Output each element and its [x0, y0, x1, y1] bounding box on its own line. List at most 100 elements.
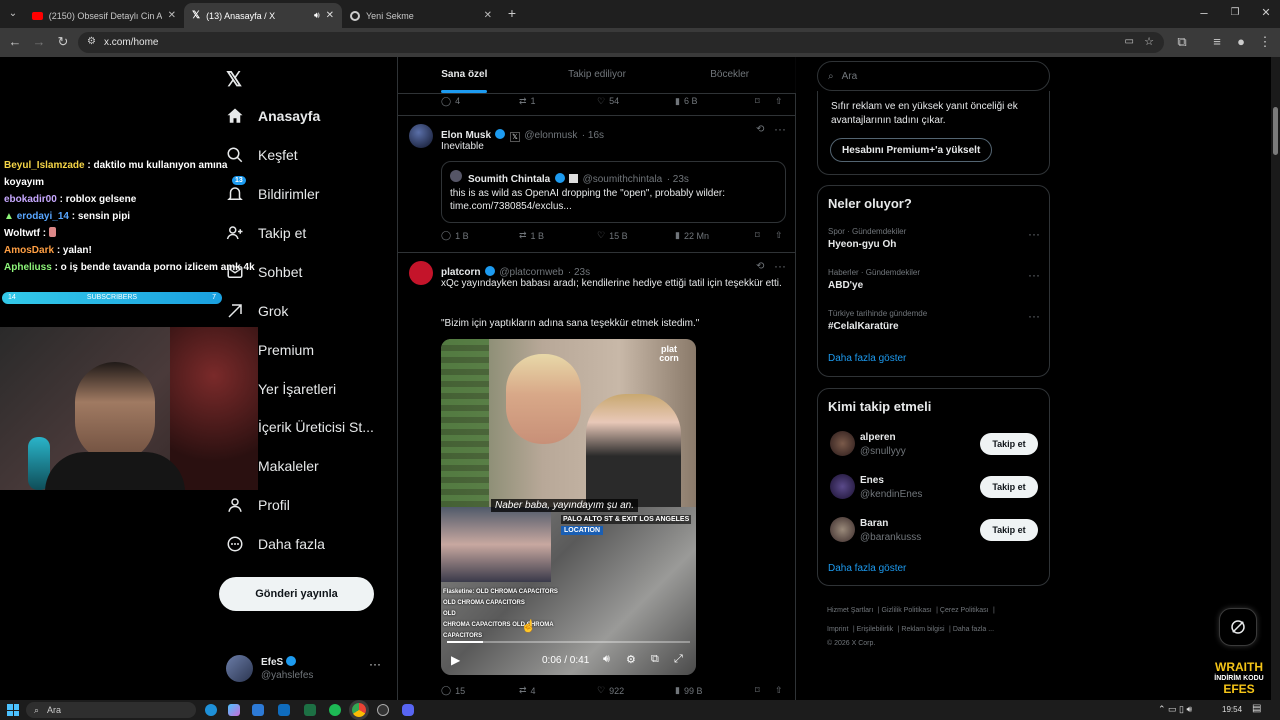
- video-player[interactable]: plat corn Naber baba, yayındayım şu an. …: [441, 339, 696, 675]
- author-handle[interactable]: @elonmusk: [524, 130, 577, 141]
- avatar[interactable]: [409, 124, 433, 148]
- tweet[interactable]: platcorn @platcornweb · 23s ⟲ ··· xQc ya…: [398, 253, 796, 700]
- settings-icon[interactable]: ⚙: [626, 653, 636, 666]
- trends-show-more[interactable]: Daha fazla göster: [828, 353, 906, 364]
- footer-link[interactable]: Gizlilik Politikası: [882, 607, 932, 614]
- media-control-icon[interactable]: ≡: [1210, 35, 1224, 49]
- share-button[interactable]: ⇧: [775, 685, 783, 696]
- clock[interactable]: 19:54: [1222, 705, 1242, 714]
- menu-icon[interactable]: ⋮: [1258, 35, 1272, 49]
- volume-icon[interactable]: 🔊︎: [603, 653, 610, 666]
- taskbar-search[interactable]: ⌕ Ara: [26, 702, 196, 718]
- more-dots-icon[interactable]: ···: [774, 259, 786, 273]
- reload-button[interactable]: ↻: [56, 35, 70, 49]
- bookmark-button[interactable]: ⌑: [755, 230, 775, 241]
- excel-icon[interactable]: [304, 704, 316, 716]
- copilot-icon[interactable]: [228, 704, 240, 716]
- profile-icon[interactable]: ●: [1234, 35, 1248, 49]
- views-button[interactable]: ▮ 99 B: [675, 685, 755, 696]
- account-switcher[interactable]: EfeS @yahslefes ···: [226, 655, 386, 685]
- address-bar[interactable]: ⚙ x.com/home ▭ ☆: [78, 32, 1164, 53]
- quote-tweet[interactable]: Soumith Chintala @soumithchintala · 23s …: [441, 161, 786, 223]
- avatar[interactable]: [409, 261, 433, 285]
- suggestion-name[interactable]: Baran: [860, 518, 888, 529]
- footer-link[interactable]: Reklam bilgisi: [901, 626, 944, 633]
- nav-home[interactable]: Anasayfa: [226, 104, 320, 128]
- bookmark-button[interactable]: ⌑: [755, 96, 775, 107]
- maximize-button[interactable]: ❐: [1228, 6, 1242, 20]
- scrollbar-thumb[interactable]: [1273, 107, 1278, 155]
- repost-button[interactable]: ⇄ 1 B: [519, 230, 597, 241]
- like-button[interactable]: ♡ 922: [597, 685, 675, 696]
- close-icon[interactable]: ✕: [484, 10, 492, 21]
- chrome-taskbar-icon[interactable]: [352, 703, 366, 717]
- share-button[interactable]: ⇧: [775, 230, 783, 241]
- tweet-time[interactable]: · 16s: [582, 130, 604, 141]
- edge-icon[interactable]: [205, 704, 217, 716]
- suggestion-name[interactable]: alperen: [860, 432, 896, 443]
- trend-item[interactable]: Haberler · Gündemdekiler ABD'ye ···: [828, 268, 1040, 300]
- discord-icon[interactable]: [402, 704, 414, 716]
- footer-link[interactable]: Hizmet Şartları: [827, 607, 873, 614]
- follow-suggestion[interactable]: Baran @barankusss Takip et: [818, 515, 1049, 551]
- fullscreen-icon[interactable]: ⤢: [674, 653, 683, 666]
- footer-link[interactable]: Erişilebilirlik: [857, 626, 894, 633]
- forward-button[interactable]: →: [32, 35, 46, 49]
- spotify-icon[interactable]: [329, 704, 341, 716]
- repost-button[interactable]: ⇄ 1: [519, 96, 597, 107]
- extensions-icon[interactable]: ⧉: [1175, 35, 1189, 49]
- close-icon[interactable]: ✕: [326, 10, 334, 21]
- search-box[interactable]: ⌕ Ara: [817, 61, 1050, 91]
- x-logo-icon[interactable]: 𝕏: [226, 67, 242, 92]
- windows-start-icon[interactable]: [7, 704, 19, 716]
- play-icon[interactable]: ▶: [451, 653, 460, 667]
- nav-profile[interactable]: Profil: [226, 493, 290, 517]
- avatar[interactable]: [830, 517, 855, 542]
- footer-link[interactable]: Daha fazla ...: [953, 626, 994, 633]
- trend-item[interactable]: Türkiye tarihinde gündemde #CelalKaratür…: [828, 309, 1040, 341]
- video-progress-track[interactable]: [447, 641, 690, 643]
- tab-youtube[interactable]: (2150) Obsesif Detaylı Cin Alem ✕: [24, 3, 184, 28]
- follow-suggestion[interactable]: Enes @kendinEnes Takip et: [818, 472, 1049, 508]
- back-button[interactable]: ←: [8, 35, 22, 49]
- views-button[interactable]: ▮ 22 Mn: [675, 230, 755, 241]
- nav-more[interactable]: Daha fazla: [226, 532, 325, 556]
- system-tray[interactable]: ⌃ ▭ ▯ 🔊︎: [1158, 704, 1192, 715]
- trend-item[interactable]: Spor · Gündemdekiler Hyeon-gyu Oh ···: [828, 227, 1040, 259]
- follow-button[interactable]: Takip et: [980, 433, 1038, 455]
- tab-x-home[interactable]: 𝕏 (13) Anasayfa / X 🔊︎ ✕: [184, 3, 342, 28]
- follow-button[interactable]: Takip et: [980, 519, 1038, 541]
- grok-float-button[interactable]: [1219, 608, 1257, 646]
- like-button[interactable]: ♡ 54: [597, 96, 675, 107]
- outlook-icon[interactable]: [278, 704, 290, 716]
- avatar[interactable]: [830, 431, 855, 456]
- close-icon[interactable]: ✕: [168, 10, 176, 21]
- more-dots-icon[interactable]: ···: [1028, 227, 1040, 241]
- avatar[interactable]: [830, 474, 855, 499]
- new-tab-button[interactable]: +: [505, 6, 519, 20]
- notifications-icon[interactable]: ▤: [1252, 703, 1261, 714]
- views-button[interactable]: ▮ 6 B: [675, 96, 755, 107]
- suggestion-name[interactable]: Enes: [860, 475, 884, 486]
- repost-button[interactable]: ⇄ 4: [519, 685, 597, 696]
- footer-link[interactable]: Çerez Politikası: [940, 607, 989, 614]
- pip-icon[interactable]: ⧉: [651, 653, 659, 666]
- tweet[interactable]: Elon Musk 𝕏 @elonmusk · 16s ⟲ ··· Inevit…: [398, 116, 796, 252]
- like-button[interactable]: ♡ 15 B: [597, 230, 675, 241]
- reply-button[interactable]: ◯ 15: [441, 685, 519, 696]
- store-icon[interactable]: [252, 704, 264, 716]
- more-dots-icon[interactable]: ···: [369, 657, 381, 671]
- page-scrollbar[interactable]: [1271, 57, 1280, 700]
- bookmark-star-icon[interactable]: ☆: [1144, 35, 1154, 48]
- footer-link[interactable]: Imprint: [827, 626, 848, 633]
- tab-bugs[interactable]: Böcekler: [663, 57, 796, 93]
- bookmark-button[interactable]: ⌑: [755, 685, 775, 696]
- site-info-icon[interactable]: ⚙: [87, 36, 96, 47]
- obs-icon[interactable]: [377, 704, 389, 716]
- grok-icon[interactable]: ⟲: [756, 261, 764, 272]
- share-button[interactable]: ⇧: [775, 96, 783, 107]
- tab-new[interactable]: Yeni Sekme ✕: [342, 3, 500, 28]
- tab-for-you[interactable]: Sana özel: [398, 57, 531, 93]
- more-dots-icon[interactable]: ···: [1028, 268, 1040, 282]
- tab-following[interactable]: Takip ediliyor: [531, 57, 664, 93]
